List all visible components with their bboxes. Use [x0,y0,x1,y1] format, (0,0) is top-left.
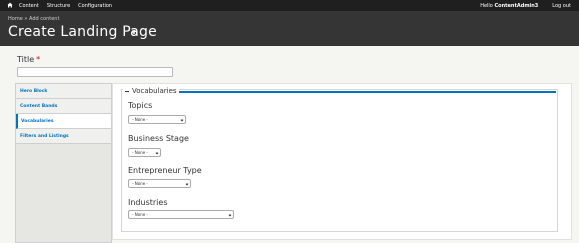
required-marker: * [36,55,41,64]
industries-label: Industries [128,198,168,207]
tab-content-bands[interactable]: Content Bands [16,99,111,114]
chevron-down-icon [180,118,184,122]
legend-underline [123,91,556,93]
tab-hero-block[interactable]: Hero Block [16,84,111,99]
entrepreneur-type-selected: - None - [132,181,148,186]
user-greeting[interactable]: Hello ContentAdmin3 [480,3,538,9]
toolbar-item-structure[interactable]: Structure [47,3,70,9]
topics-select[interactable]: - None - [128,115,186,124]
title-label: Title * [17,55,40,65]
breadcrumb[interactable]: Home » Add content [8,16,59,22]
entrepreneur-type-select[interactable]: - None - [128,179,191,188]
home-icon[interactable] [7,2,13,8]
chevron-down-icon [155,151,159,155]
industries-select[interactable]: - None - [128,210,234,219]
admin-toolbar: Content Structure Configuration Hello Co… [0,0,579,11]
title-label-text: Title [17,55,35,64]
vertical-tabs: Hero Block Content Bands Vocabularies Fi… [15,83,112,243]
industries-selected: - None - [132,212,148,217]
topics-label: Topics [128,101,153,110]
logout-link[interactable]: Log out [552,3,571,9]
toolbar-user: Hello ContentAdmin3 Log out [480,3,571,9]
entrepreneur-type-label: Entrepreneur Type [128,166,202,175]
username: ContentAdmin3 [494,3,539,9]
business-stage-label: Business Stage [128,134,189,143]
page-header: Home » Add content Create Landing Page [0,11,579,46]
shortcut-star-icon[interactable] [131,30,137,36]
toolbar-menu: Content Structure Configuration [19,3,112,9]
toolbar-item-content[interactable]: Content [19,3,39,9]
legend-text: Vocabularies [132,87,177,95]
business-stage-select[interactable]: - None - [128,148,161,157]
greeting-prefix: Hello [480,3,493,9]
chevron-down-icon [185,182,189,186]
business-stage-selected: - None - [132,150,148,155]
toolbar-item-configuration[interactable]: Configuration [78,3,112,9]
collapse-icon [125,91,129,92]
topics-selected: - None - [132,117,148,122]
chevron-down-icon [228,213,232,217]
title-input[interactable] [17,67,173,77]
tab-filters-and-listings[interactable]: Filters and Listings [16,129,111,144]
vocabularies-legend[interactable]: Vocabularies [123,87,179,96]
tab-vocabularies[interactable]: Vocabularies [16,114,111,129]
